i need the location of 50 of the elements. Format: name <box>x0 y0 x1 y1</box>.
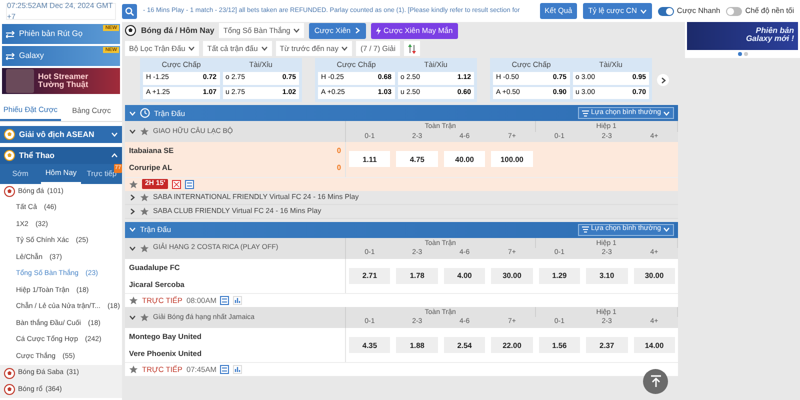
sort-button[interactable] <box>404 41 420 56</box>
star-icon[interactable] <box>140 312 149 322</box>
arrow-up-icon <box>650 375 662 388</box>
promo-banner[interactable]: Phiên bản Galaxy mới ! <box>687 22 798 50</box>
star-icon[interactable] <box>129 296 138 305</box>
chevron-down-icon[interactable] <box>293 27 300 34</box>
soccer-ball-icon <box>4 129 15 140</box>
search-icon <box>125 6 134 16</box>
list-icon[interactable] <box>185 180 194 189</box>
star-icon[interactable] <box>129 180 138 189</box>
chevron-down-icon[interactable] <box>341 45 348 52</box>
scoreboard-icon[interactable] <box>172 180 182 189</box>
carousel-dot[interactable] <box>744 52 748 56</box>
star-icon[interactable] <box>140 127 149 136</box>
chevron-down-icon[interactable] <box>129 128 136 136</box>
star-icon[interactable] <box>140 244 149 253</box>
chevron-down-icon[interactable] <box>188 45 196 52</box>
bar-chart-icon[interactable] <box>233 296 242 305</box>
star-icon[interactable] <box>140 192 149 202</box>
filter-icon <box>582 110 589 117</box>
swap-arrows-icon <box>6 30 15 38</box>
soccer-ball-icon <box>4 368 15 379</box>
search-button[interactable] <box>122 4 137 18</box>
swap-arrows-icon <box>6 52 15 60</box>
sort-icon <box>408 44 416 54</box>
breadcrumb: Bóng đá / Hôm Nay <box>141 24 214 36</box>
soccer-ball-icon <box>4 186 15 198</box>
category-header[interactable]: Giải vô địch ASEAN <box>0 126 122 144</box>
promo-banner[interactable]: Hot Streamer Tường Thuật <box>2 68 120 94</box>
chevron-down-icon[interactable] <box>260 45 268 52</box>
clock-icon <box>140 108 150 118</box>
scroll-to-top-button[interactable] <box>643 369 668 394</box>
list-icon[interactable] <box>220 296 230 305</box>
list-icon[interactable] <box>220 365 230 374</box>
lightning-icon <box>376 26 381 34</box>
star-icon[interactable] <box>140 206 149 216</box>
chevron-right-icon[interactable] <box>660 76 666 84</box>
filter-icon <box>582 226 589 234</box>
bar-chart-icon[interactable] <box>233 365 242 374</box>
soccer-ball-icon <box>4 384 15 396</box>
soccer-ball-icon <box>4 150 15 162</box>
carousel-dot[interactable] <box>738 52 742 56</box>
next-button[interactable] <box>657 74 669 86</box>
chevron-down-icon[interactable] <box>129 244 136 252</box>
chevron-down-icon <box>111 131 118 138</box>
star-icon[interactable] <box>129 365 138 374</box>
chevron-up-icon <box>111 152 118 160</box>
chevron-down-icon[interactable] <box>129 314 136 321</box>
soccer-ball-icon <box>125 25 136 36</box>
category-header[interactable]: Thể Thao <box>0 147 122 164</box>
